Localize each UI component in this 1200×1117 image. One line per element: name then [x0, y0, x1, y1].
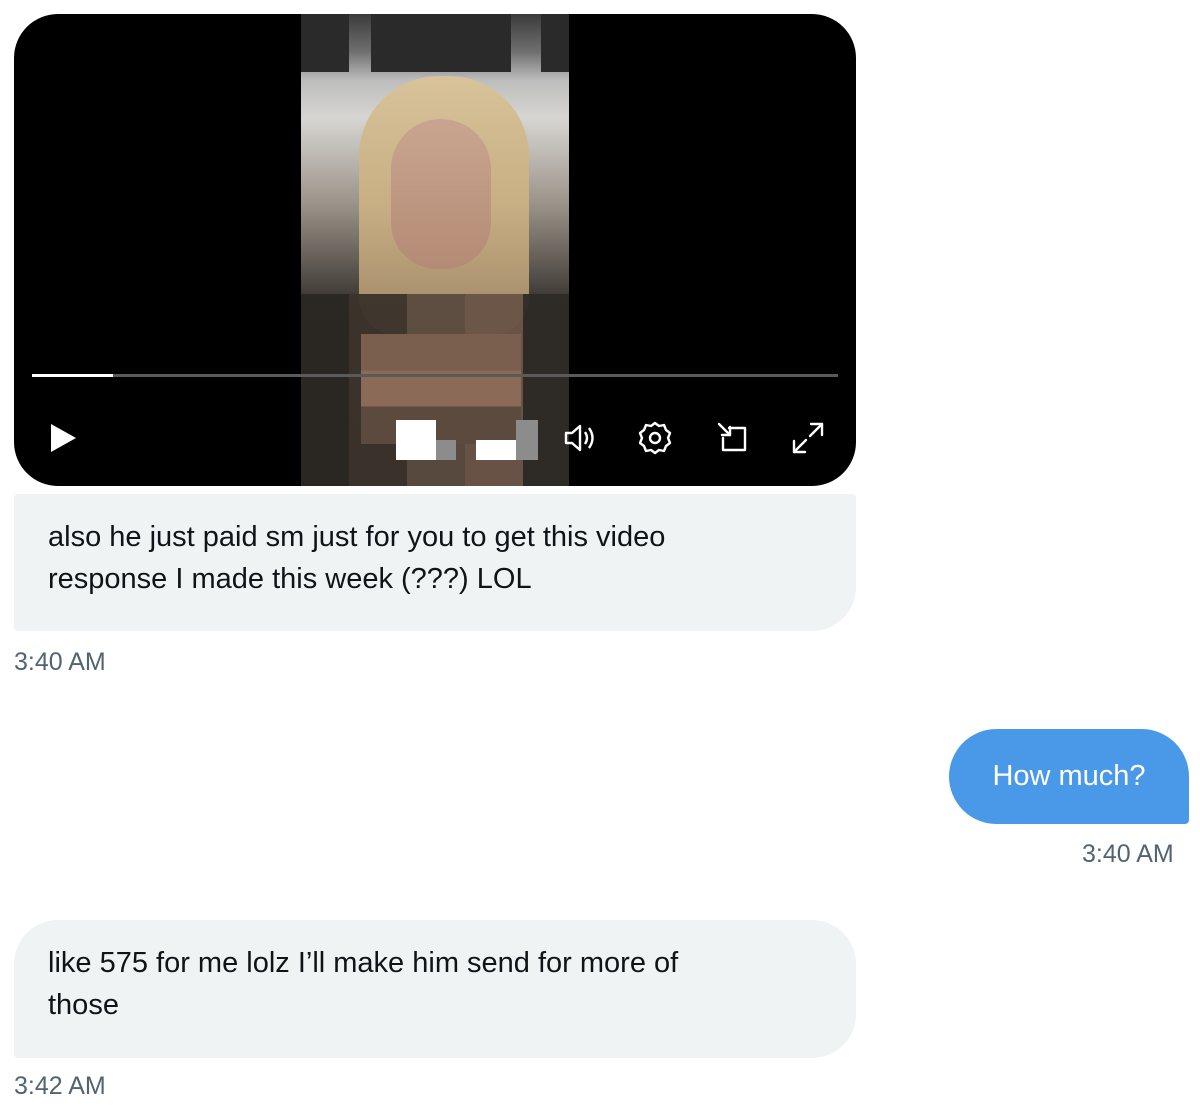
message-text-line: also he just paid sm just for you to get… [48, 521, 666, 553]
redacted-block [436, 440, 456, 460]
redacted-block [516, 420, 538, 460]
fullscreen-icon [788, 418, 828, 458]
video-player[interactable] [14, 14, 856, 486]
play-icon [45, 421, 79, 455]
redacted-block [476, 440, 516, 460]
video-frame[interactable] [301, 14, 569, 486]
message-text: How much? [992, 760, 1146, 792]
settings-icon [635, 418, 675, 458]
volume-button[interactable] [556, 414, 604, 462]
redacted-block [396, 420, 436, 460]
video-progress-fill [32, 374, 113, 377]
video-background-art [301, 14, 349, 72]
picture-in-picture-icon [713, 418, 753, 458]
message-text-line: those [48, 989, 119, 1021]
incoming-message-bubble[interactable]: also he just paid sm just for you to get… [14, 494, 856, 631]
incoming-message-bubble[interactable]: like 575 for me lolz I’ll make him send … [14, 920, 856, 1058]
settings-button[interactable] [631, 414, 679, 462]
volume-icon [560, 418, 600, 458]
dm-conversation: also he just paid sm just for you to get… [0, 0, 1200, 1117]
pixelated-region [361, 334, 521, 444]
message-timestamp: 3:42 AM [14, 1072, 106, 1100]
message-timestamp: 3:40 AM [1082, 840, 1174, 868]
message-timestamp: 3:40 AM [14, 648, 106, 676]
play-button[interactable] [38, 414, 86, 462]
outgoing-message-bubble[interactable]: How much? [949, 729, 1189, 824]
video-background-art [371, 14, 511, 72]
message-text-line: response I made this week (???) LOL [48, 563, 532, 595]
fullscreen-button[interactable] [784, 414, 832, 462]
video-subject-face [391, 119, 491, 269]
video-progress-bar[interactable] [32, 374, 838, 377]
picture-in-picture-button[interactable] [709, 414, 757, 462]
video-background-art [541, 14, 569, 72]
message-text-line: like 575 for me lolz I’ll make him send … [48, 947, 679, 979]
